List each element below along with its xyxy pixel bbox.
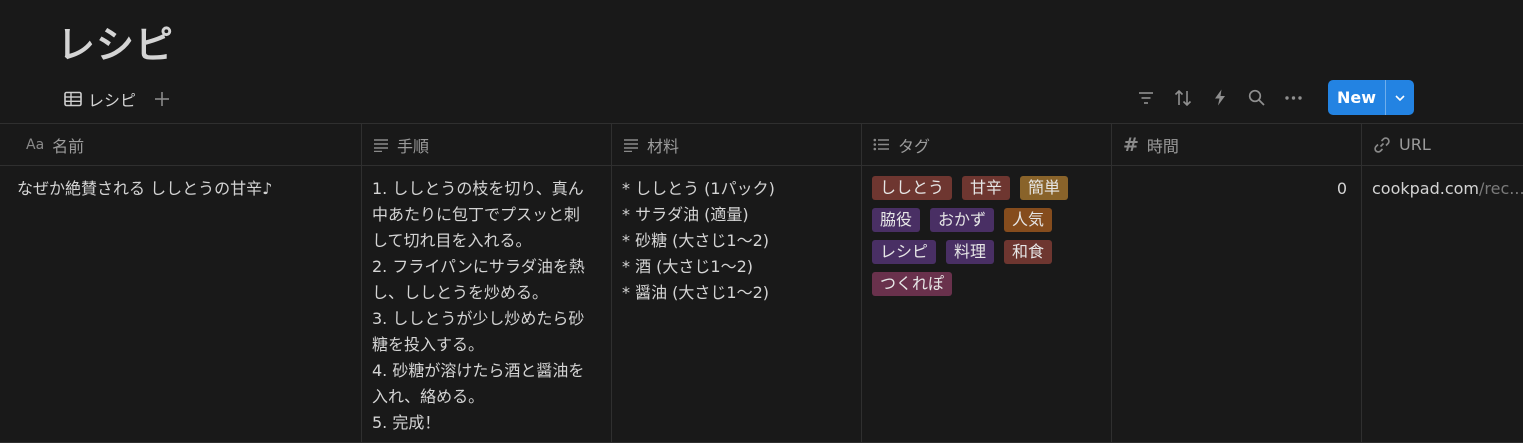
text-line: 3. ししとうが少し炒めたら砂 bbox=[372, 309, 585, 328]
tag-list: ししとう 甘辛 簡単 脇役 おかず 人気 レシピ 料理 和食 つくれぽ bbox=[872, 176, 1102, 304]
recipe-name: なぜか絶賛される ししとうの甘辛♪ bbox=[17, 179, 273, 198]
text-line: * 酒 (大さじ1〜2) bbox=[622, 257, 754, 276]
tab-label: レシピ bbox=[88, 91, 137, 110]
text-icon bbox=[374, 138, 388, 152]
filter-button[interactable] bbox=[1127, 80, 1164, 115]
text-line: 糖を投入する。 bbox=[372, 335, 485, 354]
tag: 簡単 bbox=[1020, 176, 1069, 200]
column-header-steps[interactable]: 手順 bbox=[362, 124, 612, 165]
text-line: 1. ししとうの枝を切り、真ん bbox=[372, 179, 584, 198]
column-header-name[interactable]: Aa 名前 bbox=[0, 124, 362, 165]
time-value: 0 bbox=[1336, 179, 1347, 198]
text-line: 4. 砂糖が溶けたら酒と醤油を bbox=[372, 361, 585, 380]
title-property-icon: Aa bbox=[26, 136, 45, 153]
table-row[interactable]: なぜか絶賛される ししとうの甘辛♪ 1. ししとうの枝を切り、真ん 中あたりに包… bbox=[0, 166, 1523, 443]
plus-icon bbox=[155, 92, 170, 106]
new-button-group: New bbox=[1328, 80, 1414, 115]
text-line: 2. フライパンにサラダ油を熱 bbox=[372, 257, 585, 276]
chevron-down-icon bbox=[1395, 94, 1405, 101]
column-label: 名前 bbox=[52, 136, 85, 156]
tag: 脇役 bbox=[872, 208, 921, 232]
filter-icon bbox=[1138, 91, 1153, 104]
column-header-ingredients[interactable]: 材料 bbox=[612, 124, 862, 165]
add-view-button[interactable] bbox=[154, 91, 170, 107]
lightning-icon bbox=[1214, 89, 1225, 106]
number-property-icon: # bbox=[1123, 133, 1139, 156]
column-label: 材料 bbox=[647, 136, 680, 156]
cell-steps[interactable]: 1. ししとうの枝を切り、真ん 中あたりに包丁でプスッと刺 して切れ目を入れる。… bbox=[362, 166, 612, 442]
text-line: 入れ、絡める。 bbox=[372, 387, 485, 406]
text-line: 中あたりに包丁でプスッと刺 bbox=[372, 205, 581, 224]
sort-icon bbox=[1174, 89, 1191, 106]
automation-button[interactable] bbox=[1201, 80, 1238, 115]
tag: ししとう bbox=[872, 176, 953, 200]
text-line: * 砂糖 (大さじ1〜2) bbox=[622, 231, 770, 250]
column-label: 時間 bbox=[1146, 136, 1179, 156]
text-line: して切れ目を入れる。 bbox=[372, 231, 532, 250]
tag: つくれぽ bbox=[872, 272, 953, 296]
tag: レシピ bbox=[872, 240, 937, 264]
database-toolbar: New bbox=[1127, 80, 1414, 115]
tag: 甘辛 bbox=[962, 176, 1011, 200]
url-link[interactable]: cookpad.com bbox=[1372, 179, 1479, 198]
tab-table-view[interactable]: レシピ bbox=[64, 87, 136, 111]
table-header: Aa 名前 手順 材料 タグ # 時間 URL bbox=[0, 124, 1523, 166]
tag: 料理 bbox=[946, 240, 995, 264]
cell-url[interactable]: cookpad.com/rec... bbox=[1362, 166, 1523, 442]
tag: 人気 bbox=[1004, 208, 1053, 232]
list-icon bbox=[873, 138, 889, 151]
cell-ingredients[interactable]: * ししとう (1パック) * サラダ油 (適量) * 砂糖 (大さじ1〜2) … bbox=[612, 166, 862, 442]
text-icon bbox=[624, 138, 638, 152]
text-line: * 醤油 (大さじ1〜2) bbox=[622, 283, 770, 302]
link-icon bbox=[1374, 136, 1390, 153]
tag: おかず bbox=[930, 208, 995, 232]
view-bar: レシピ bbox=[64, 86, 170, 112]
column-label: タグ bbox=[898, 136, 931, 156]
sort-button[interactable] bbox=[1164, 80, 1201, 115]
new-button[interactable]: New bbox=[1328, 80, 1385, 115]
text-line: 5. 完成！ bbox=[372, 413, 441, 432]
database-table: Aa 名前 手順 材料 タグ # 時間 URL なぜか絶賛される ししとうの甘辛… bbox=[0, 123, 1523, 443]
more-icon bbox=[1285, 95, 1302, 100]
column-header-tags[interactable]: タグ bbox=[862, 124, 1112, 165]
search-button[interactable] bbox=[1238, 80, 1275, 115]
column-header-time[interactable]: # 時間 bbox=[1112, 124, 1362, 165]
url-path: /rec... bbox=[1479, 179, 1523, 198]
more-button[interactable] bbox=[1275, 80, 1312, 115]
tag: 和食 bbox=[1004, 240, 1053, 264]
search-icon bbox=[1248, 89, 1265, 106]
cell-tags[interactable]: ししとう 甘辛 簡単 脇役 おかず 人気 レシピ 料理 和食 つくれぽ bbox=[862, 166, 1112, 442]
text-line: し、ししとうを炒める。 bbox=[372, 283, 549, 302]
cell-time[interactable]: 0 bbox=[1112, 166, 1362, 442]
text-line: * ししとう (1パック) bbox=[622, 179, 775, 198]
table-icon bbox=[64, 91, 82, 107]
column-label: URL bbox=[1399, 135, 1431, 154]
column-header-url[interactable]: URL bbox=[1362, 124, 1523, 165]
page-title: レシピ bbox=[57, 23, 175, 67]
new-dropdown-button[interactable] bbox=[1386, 80, 1414, 115]
text-line: * サラダ油 (適量) bbox=[622, 205, 749, 224]
column-label: 手順 bbox=[397, 136, 430, 156]
cell-name[interactable]: なぜか絶賛される ししとうの甘辛♪ bbox=[0, 166, 362, 442]
